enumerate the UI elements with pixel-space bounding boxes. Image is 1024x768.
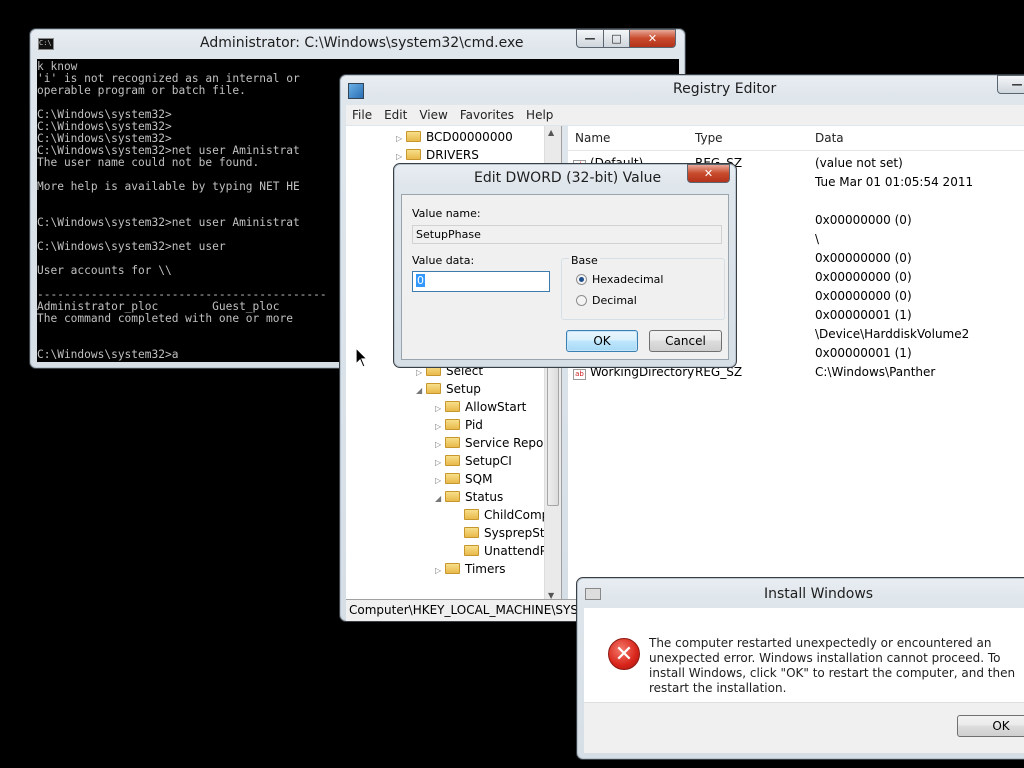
- tree-node[interactable]: SysprepSta: [454, 524, 552, 542]
- tree-node[interactable]: ChildComp: [454, 506, 549, 524]
- value-data-cell[interactable]: 0x00000000 (0): [815, 211, 912, 230]
- value-data-cell[interactable]: 0x00000000 (0): [815, 287, 912, 306]
- install-footer: OK: [584, 702, 1024, 753]
- error-message: The computer restarted unexpectedly or e…: [649, 636, 1016, 695]
- dword-title: Edit DWORD (32-bit) Value: [474, 170, 662, 186]
- hexadecimal-label[interactable]: Hexadecimal: [592, 273, 663, 286]
- value-data-label: Value data:: [412, 254, 475, 267]
- hexadecimal-radio[interactable]: [576, 274, 587, 285]
- value-data-cell[interactable]: \: [815, 230, 819, 249]
- menu-file[interactable]: File: [346, 105, 378, 125]
- collapse-icon[interactable]: ◢: [416, 382, 426, 400]
- value-data-text: 0: [416, 274, 425, 287]
- base-groupbox: [561, 258, 725, 320]
- value-data-cell[interactable]: 0x00000001 (1): [815, 344, 912, 363]
- menu-view[interactable]: View: [413, 105, 453, 125]
- folder-icon: [445, 437, 460, 448]
- tree-node[interactable]: UnattendP: [454, 542, 547, 560]
- menu-favorites[interactable]: Favorites: [454, 105, 520, 125]
- tree-node[interactable]: ▷ Pid: [435, 416, 483, 434]
- mouse-pointer-icon: [355, 347, 369, 368]
- tree-node[interactable]: ▷ Timers: [435, 560, 506, 578]
- column-header-name[interactable]: Name: [575, 131, 610, 145]
- dword-titlebar[interactable]: Edit DWORD (32-bit) Value ✕: [394, 164, 736, 192]
- install-title: Install Windows: [764, 586, 874, 602]
- folder-icon: [445, 563, 460, 574]
- base-label: Base: [569, 254, 600, 267]
- folder-icon: [464, 509, 479, 520]
- cmd-app-icon: C:\: [38, 38, 54, 50]
- decimal-radio[interactable]: [576, 295, 587, 306]
- folder-icon: [406, 149, 421, 160]
- tree-node-drivers[interactable]: ▷ DRIVERS: [396, 146, 479, 164]
- menu-edit[interactable]: Edit: [378, 105, 413, 125]
- regedit-title: Registry Editor: [673, 81, 777, 97]
- error-icon: ✕: [608, 638, 640, 670]
- cmd-title: Administrator: C:\Windows\system32\cmd.e…: [200, 35, 524, 51]
- value-data-cell[interactable]: \Device\HarddiskVolume2: [815, 325, 969, 344]
- scroll-up-icon[interactable]: ▲: [548, 128, 554, 137]
- install-body: ✕ The computer restarted unexpectedly or…: [584, 608, 1024, 753]
- close-button[interactable]: ✕: [629, 29, 676, 48]
- column-header-data[interactable]: Data: [815, 131, 844, 145]
- regedit-app-icon: [348, 83, 364, 99]
- value-data-input[interactable]: 0: [412, 271, 550, 292]
- regedit-titlebar[interactable]: Registry Editor —: [340, 75, 1024, 103]
- value-name-field: SetupPhase: [412, 225, 722, 244]
- folder-icon: [426, 383, 441, 394]
- value-name-label: Value name:: [412, 207, 481, 220]
- cmd-titlebar[interactable]: C:\ Administrator: C:\Windows\system32\c…: [30, 29, 685, 57]
- menu-bar: File Edit View Favorites Help: [346, 105, 1024, 125]
- menu-help[interactable]: Help: [520, 105, 559, 125]
- tree-node[interactable]: ▷ SetupCI: [435, 452, 512, 470]
- collapse-icon[interactable]: ◢: [435, 490, 445, 508]
- install-app-icon: [585, 588, 601, 600]
- tree-node-bcd[interactable]: ▷ BCD00000000: [396, 128, 513, 146]
- folder-icon: [445, 419, 460, 430]
- tree-node[interactable]: ▷ SQM: [435, 470, 492, 488]
- edit-dword-dialog[interactable]: Edit DWORD (32-bit) Value ✕ Value name: …: [393, 163, 737, 368]
- ok-button[interactable]: OK: [566, 330, 638, 352]
- folder-icon: [445, 401, 460, 412]
- folder-icon: [464, 545, 479, 556]
- column-header-type[interactable]: Type: [695, 131, 723, 145]
- decimal-label[interactable]: Decimal: [592, 294, 637, 307]
- minimize-button[interactable]: —: [997, 75, 1024, 94]
- tree-node[interactable]: ◢ Status: [435, 488, 503, 506]
- value-data-cell[interactable]: (value not set): [815, 154, 903, 173]
- dword-body: Value name: SetupPhase Value data: 0 Bas…: [401, 194, 729, 360]
- value-data-cell[interactable]: Tue Mar 01 01:05:54 2011: [815, 173, 973, 192]
- value-data-cell[interactable]: 0x00000000 (0): [815, 268, 912, 287]
- install-windows-dialog[interactable]: Install Windows ✕ The computer restarted…: [576, 577, 1024, 760]
- cancel-button[interactable]: Cancel: [649, 330, 722, 352]
- folder-icon: [445, 455, 460, 466]
- tree-node[interactable]: ◢ Setup: [416, 380, 481, 398]
- tree-node[interactable]: ▷ Service Report: [435, 434, 553, 452]
- value-data-cell[interactable]: 0x00000000 (0): [815, 249, 912, 268]
- folder-icon: [464, 527, 479, 538]
- folder-icon: [406, 131, 421, 142]
- folder-icon: [445, 473, 460, 484]
- value-data-cell[interactable]: 0x00000001 (1): [815, 306, 912, 325]
- close-button[interactable]: ✕: [687, 164, 730, 183]
- folder-icon: [445, 491, 460, 502]
- value-data-cell[interactable]: C:\Windows\Panther: [815, 363, 935, 382]
- minimize-button[interactable]: —: [576, 29, 604, 48]
- expand-icon[interactable]: ▷: [435, 562, 445, 580]
- tree-node[interactable]: ▷ AllowStart: [435, 398, 526, 416]
- install-titlebar[interactable]: Install Windows: [577, 578, 1024, 606]
- maximize-button[interactable]: □: [603, 29, 630, 48]
- ok-button[interactable]: OK: [957, 715, 1024, 737]
